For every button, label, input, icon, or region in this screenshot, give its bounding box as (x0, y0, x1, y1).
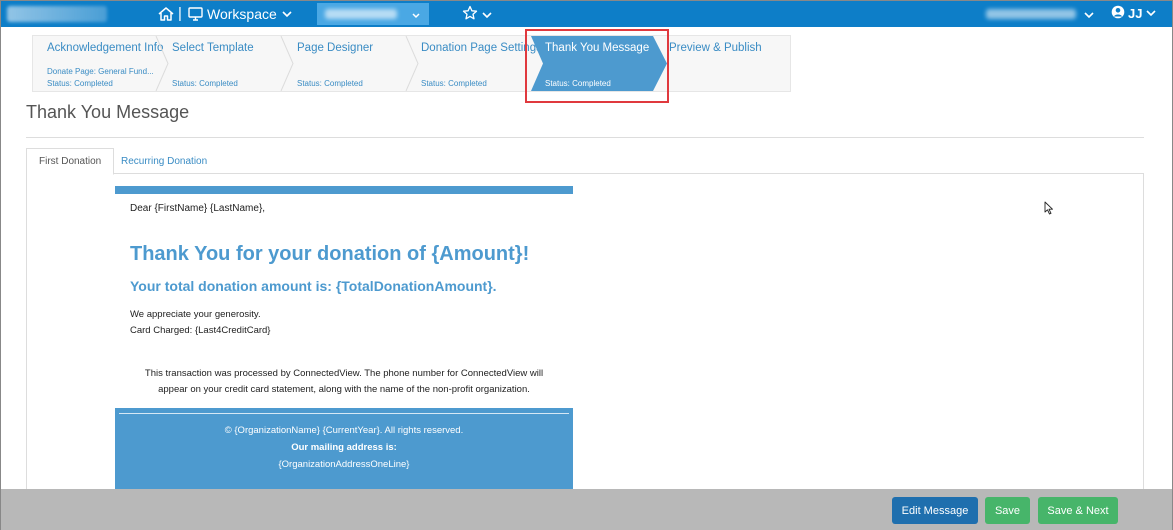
step-page-designer[interactable]: Page Designer Status: Completed (283, 36, 407, 91)
active-step-highlight (525, 29, 669, 103)
fundraising-menu[interactable] (317, 3, 429, 25)
email-footer: © {OrganizationName} {CurrentYear}. All … (115, 408, 573, 491)
step-title: Page Designer (297, 42, 374, 54)
email-greeting: Dear {FirstName} {LastName}, (130, 203, 266, 214)
step-status: Status: Completed (47, 79, 113, 88)
processing-notice-line-1: This transaction was processed by Connec… (144, 368, 544, 379)
donation-tabs: First Donation Recurring Donation (26, 148, 1144, 175)
chevron-down-icon (281, 9, 293, 19)
step-select-template[interactable]: Select Template Status: Completed (158, 36, 282, 91)
step-status: Status: Completed (297, 79, 363, 88)
organization-name-redacted (986, 9, 1076, 19)
step-title: Acknowledgement Info (47, 42, 164, 54)
app-logo[interactable] (7, 6, 107, 22)
tab-first-donation[interactable]: First Donation (26, 148, 115, 175)
mouse-cursor-icon (1044, 201, 1053, 215)
page-title: Thank You Message (26, 102, 190, 122)
chevron-down-icon (411, 8, 421, 26)
chevron-down-icon (1145, 6, 1157, 21)
user-initials: JJ (1128, 6, 1143, 21)
fundraising-label-redacted (325, 9, 397, 19)
tab-recurring-donation[interactable]: Recurring Donation (109, 148, 219, 174)
step-acknowledgement-info[interactable]: Acknowledgement Info Donate Page: Genera… (33, 36, 163, 91)
save-button[interactable]: Save (985, 497, 1030, 524)
email-preview: Dear {FirstName} {LastName}, Thank You f… (115, 186, 573, 491)
tab-label: First Donation (39, 156, 102, 167)
step-title: Donation Page Settings (421, 42, 542, 54)
step-preview-publish[interactable]: Preview & Publish (665, 36, 789, 91)
chevron-down-icon (481, 7, 493, 25)
processing-notice-line-2: appear on your credit card statement, al… (158, 384, 530, 395)
top-nav-bar: | Workspace JJ (1, 1, 1172, 27)
footer-address: {OrganizationAddressOneLine} (278, 459, 410, 470)
footer-mailing-label: Our mailing address is: (291, 442, 397, 453)
action-bar: Edit Message Save Save & Next (1, 489, 1172, 530)
email-header-bar (115, 186, 573, 194)
step-status: Status: Completed (421, 79, 487, 88)
email-card-charged: Card Charged: {Last4CreditCard} (130, 325, 271, 336)
email-processing-notice: This transaction was processed by Connec… (129, 366, 559, 398)
step-title: Select Template (172, 42, 254, 54)
title-divider (26, 137, 1144, 138)
star-icon (462, 5, 478, 26)
user-menu[interactable]: JJ (1111, 5, 1157, 22)
workspace-label: Workspace (207, 6, 277, 22)
email-subheadline: Your total donation amount is: {TotalDon… (130, 278, 497, 294)
step-title: Preview & Publish (669, 42, 762, 54)
tab-label: Recurring Donation (121, 155, 208, 167)
save-and-next-button[interactable]: Save & Next (1038, 497, 1118, 524)
step-donation-page-settings[interactable]: Donation Page Settings Status: Completed (407, 36, 542, 91)
step-status: Status: Completed (172, 79, 238, 88)
email-appreciation-text: We appreciate your generosity. (130, 309, 261, 320)
home-icon[interactable] (157, 5, 175, 23)
chevron-down-icon[interactable] (1083, 7, 1095, 25)
step-subtitle: Donate Page: General Fund... (47, 67, 154, 76)
workspace-menu[interactable]: Workspace (188, 5, 293, 23)
email-headline: Thank You for your donation of {Amount}! (130, 243, 530, 265)
footer-copyright: © {OrganizationName} {CurrentYear}. All … (224, 425, 464, 436)
monitor-icon (188, 7, 203, 21)
user-circle-icon (1111, 5, 1125, 22)
nav-separator: | (178, 5, 182, 22)
edit-message-button[interactable]: Edit Message (892, 497, 978, 524)
footer-divider (119, 413, 569, 414)
favorites-menu[interactable] (462, 5, 493, 26)
